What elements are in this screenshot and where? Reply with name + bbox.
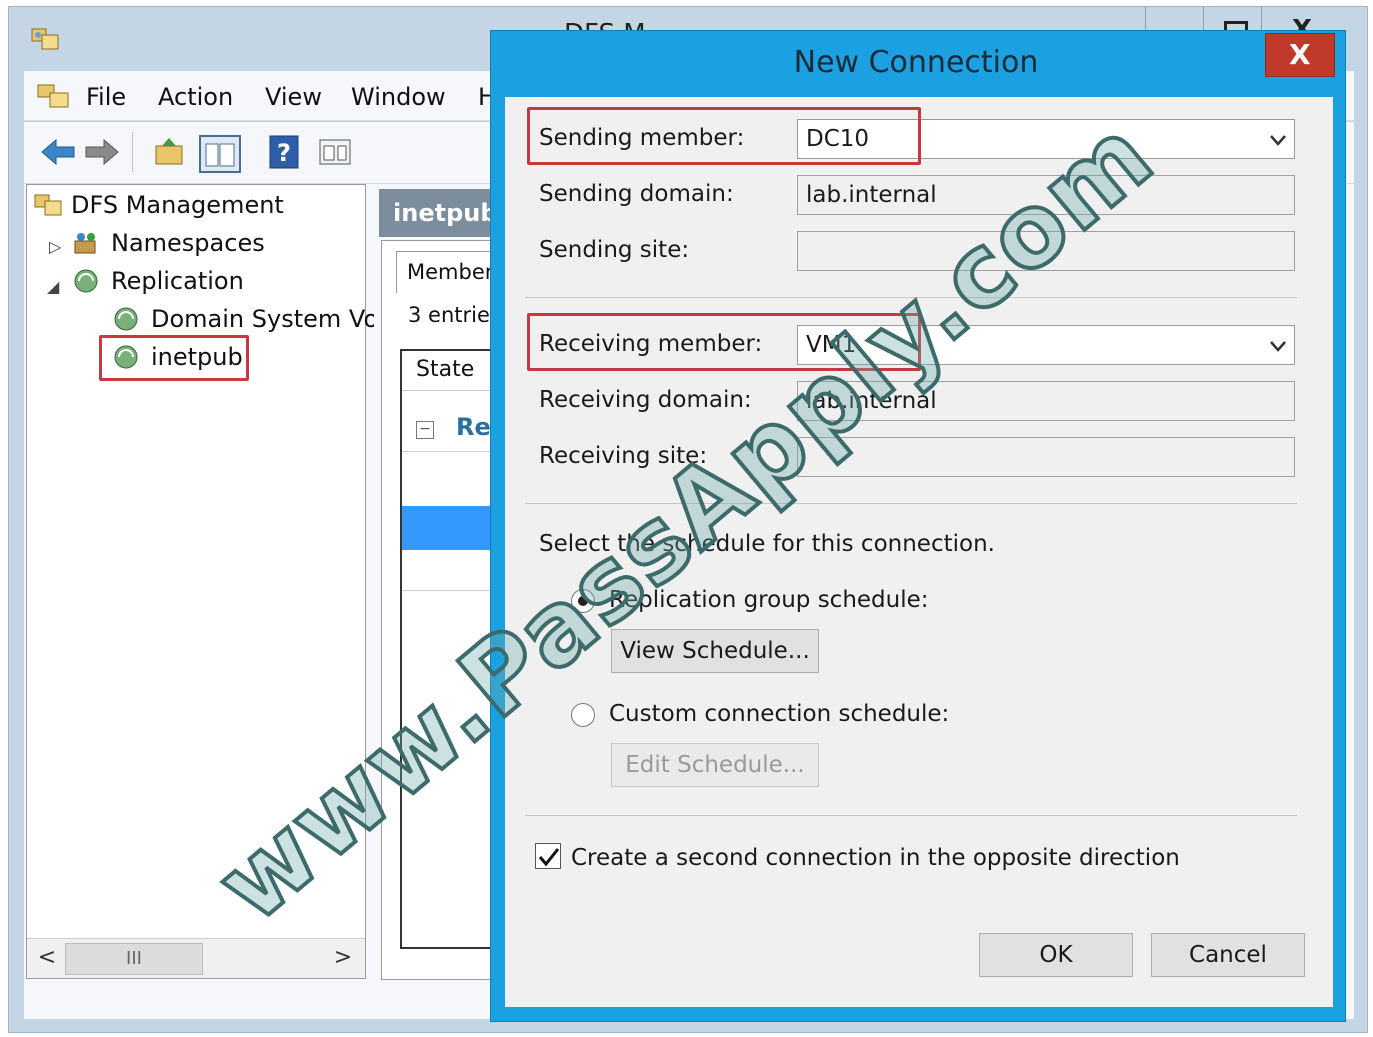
edit-schedule-button[interactable]: Edit Schedule... xyxy=(611,743,819,787)
custom-connection-schedule-label[interactable]: Custom connection schedule: xyxy=(609,701,949,727)
receiving-site-label: Receiving site: xyxy=(539,443,708,469)
dialog-title: New Connection xyxy=(793,45,1039,80)
menu-action[interactable]: Action xyxy=(158,83,233,111)
second-connection-checkbox[interactable] xyxy=(535,843,561,869)
collapse-group-icon[interactable]: − xyxy=(416,421,434,439)
dialog-body: Sending member: DC10 Sending domain: lab… xyxy=(505,97,1333,1007)
collapse-arrow-icon[interactable]: ◢ xyxy=(47,277,59,296)
scroll-thumb[interactable]: III xyxy=(65,943,203,975)
help-icon[interactable]: ? xyxy=(268,134,300,170)
horizontal-scrollbar[interactable]: < III > xyxy=(27,938,365,978)
dfs-management-icon xyxy=(31,28,59,50)
view-schedule-button[interactable]: View Schedule... xyxy=(611,629,819,673)
scroll-right-button[interactable]: > xyxy=(325,941,361,975)
forward-arrow-icon[interactable] xyxy=(82,134,122,170)
toolbar-separator xyxy=(132,132,133,172)
namespaces-icon xyxy=(74,233,96,254)
show-hide-tree-icon[interactable] xyxy=(198,134,242,174)
ok-button[interactable]: OK xyxy=(979,933,1133,977)
menu-file[interactable]: File xyxy=(86,83,126,111)
sending-site-field xyxy=(797,231,1295,271)
svg-text:?: ? xyxy=(277,139,291,167)
console-tree: DFS Management ▷ Namespaces ◢ Replicatio… xyxy=(26,184,378,979)
expand-arrow-icon[interactable]: ▷ xyxy=(49,237,61,256)
dfs-management-tree-icon xyxy=(34,194,62,216)
entries-count: 3 entries xyxy=(408,303,501,327)
replication-group-icon xyxy=(114,307,138,331)
dialog-close-button[interactable]: X xyxy=(1265,33,1335,77)
tree-item-domain-system-volume[interactable]: Domain System Vo xyxy=(151,305,378,333)
receiving-member-highlight xyxy=(527,313,921,371)
cancel-button[interactable]: Cancel xyxy=(1151,933,1305,977)
tree-item-namespaces[interactable]: Namespaces xyxy=(111,229,265,257)
close-icon: X xyxy=(1289,38,1311,71)
show-action-pane-icon[interactable] xyxy=(316,134,356,170)
back-arrow-icon[interactable] xyxy=(38,134,78,170)
section-divider xyxy=(525,503,1297,504)
tree-item-dfs-management[interactable]: DFS Management xyxy=(71,191,284,219)
sending-domain-label: Sending domain: xyxy=(539,181,734,207)
console-icon xyxy=(37,84,69,108)
group-row-label: Re xyxy=(456,413,491,441)
receiving-domain-field: lab.internal xyxy=(797,381,1295,421)
menu-window[interactable]: Window xyxy=(351,83,446,111)
up-folder-icon[interactable] xyxy=(152,134,188,170)
inetpub-highlight xyxy=(99,335,249,381)
receiving-site-field xyxy=(797,437,1295,477)
replication-group-schedule-radio[interactable] xyxy=(571,589,595,613)
column-header-state-label: State xyxy=(416,357,475,382)
replication-group-schedule-label[interactable]: Replication group schedule: xyxy=(609,587,929,613)
section-divider xyxy=(525,297,1297,298)
menu-view[interactable]: View xyxy=(265,83,322,111)
scroll-left-button[interactable]: < xyxy=(29,941,65,975)
replication-icon xyxy=(74,269,98,293)
schedule-prompt: Select the schedule for this connection. xyxy=(539,531,995,557)
receiving-domain-label: Receiving domain: xyxy=(539,387,752,413)
tree-item-replication[interactable]: Replication xyxy=(111,267,244,295)
sending-site-label: Sending site: xyxy=(539,237,690,263)
chevron-down-icon[interactable] xyxy=(1268,130,1288,150)
checkmark-icon xyxy=(538,848,560,867)
section-divider xyxy=(525,815,1297,816)
chevron-down-icon[interactable] xyxy=(1268,336,1288,356)
sending-domain-field: lab.internal xyxy=(797,175,1295,215)
second-connection-label[interactable]: Create a second connection in the opposi… xyxy=(571,845,1180,871)
new-connection-dialog: New Connection X Sending member: DC10 Se… xyxy=(490,30,1346,1022)
results-header-title: inetpub xyxy=(393,199,498,227)
receiving-domain-value: lab.internal xyxy=(806,388,937,414)
sending-member-highlight xyxy=(527,107,921,165)
custom-connection-schedule-radio[interactable] xyxy=(571,703,595,727)
sending-domain-value: lab.internal xyxy=(806,182,937,208)
